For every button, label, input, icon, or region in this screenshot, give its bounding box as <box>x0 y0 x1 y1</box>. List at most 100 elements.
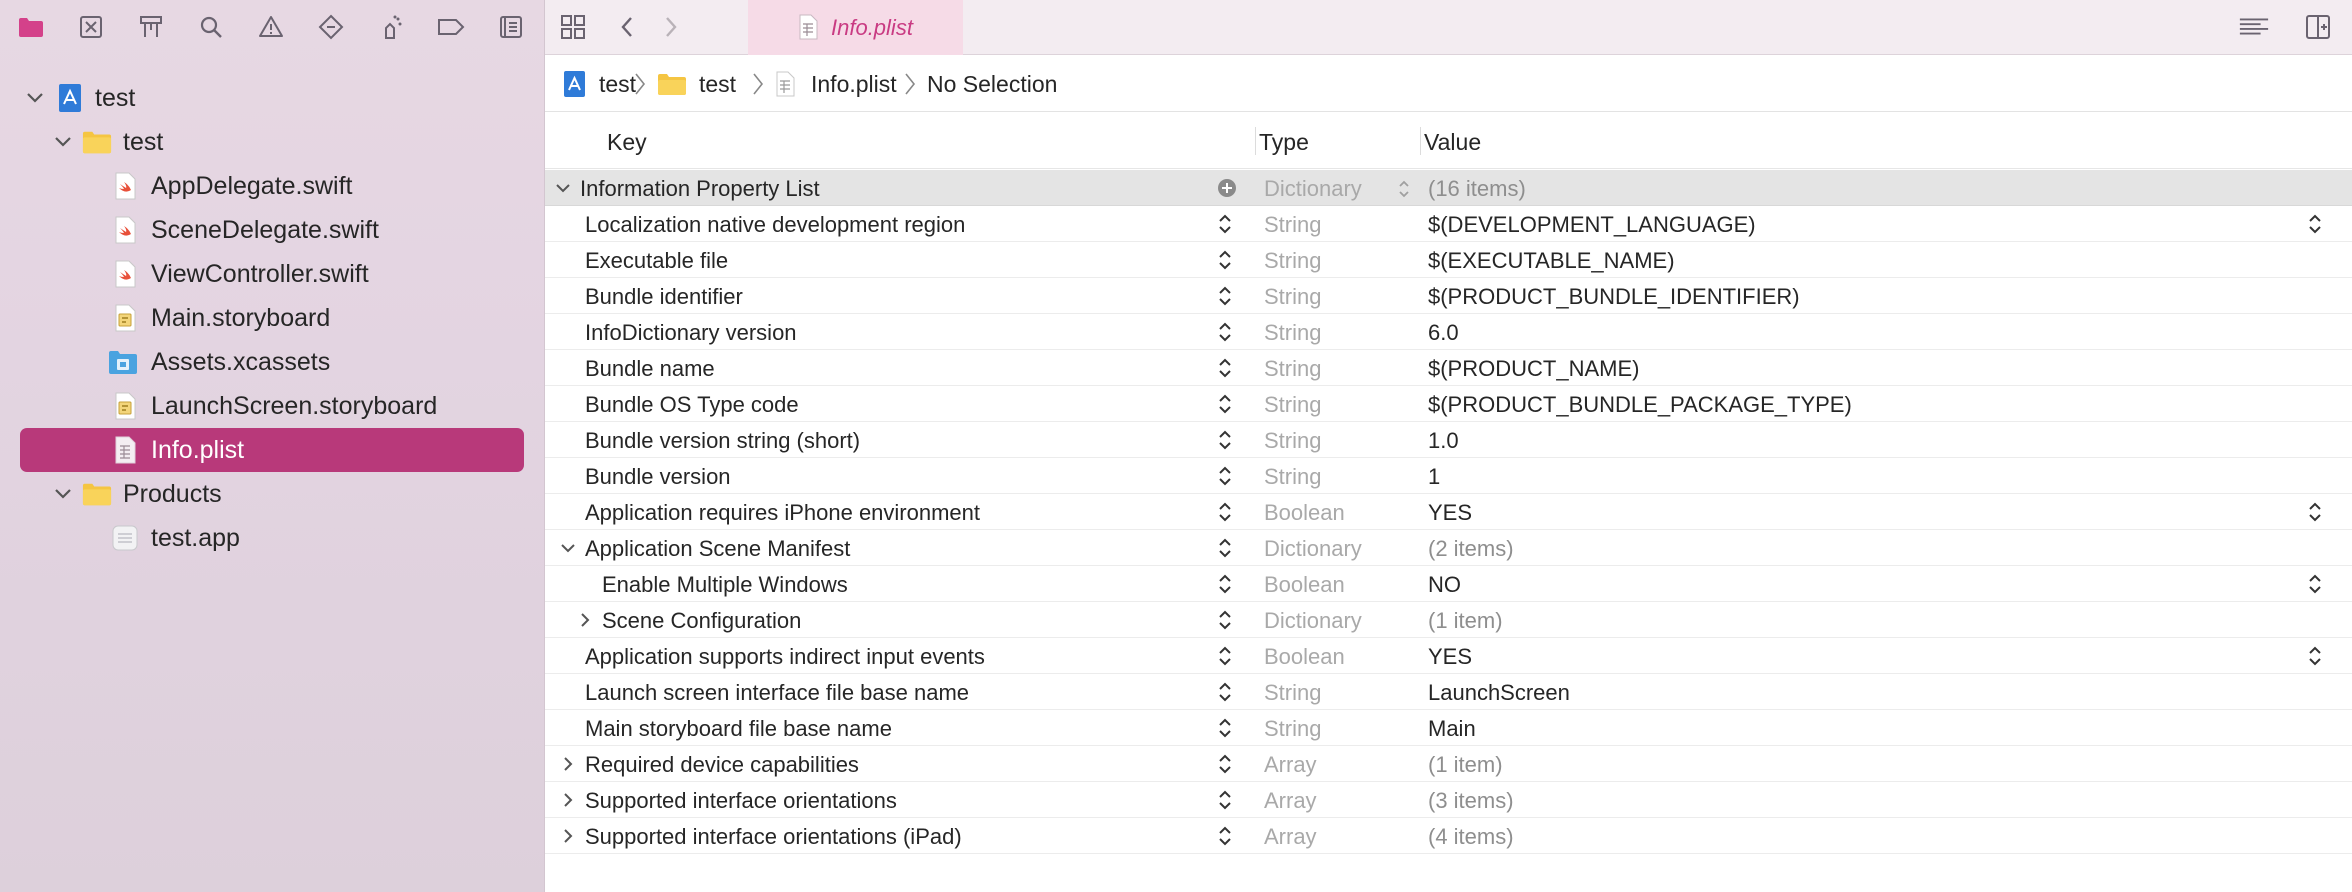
plist-key[interactable]: Bundle version string (short) <box>585 428 860 454</box>
plist-type[interactable]: String <box>1264 248 1321 274</box>
key-popup-icon[interactable] <box>1215 283 1235 309</box>
chevron-right-icon[interactable] <box>556 788 580 812</box>
tree-item-file-selected[interactable]: Info.plist <box>20 428 524 472</box>
plist-row[interactable]: Executable file String $(EXECUTABLE_NAME) <box>545 242 2352 278</box>
plist-key[interactable]: Localization native development region <box>585 212 965 238</box>
column-header-type[interactable]: Type <box>1259 129 1309 156</box>
plist-type[interactable]: String <box>1264 284 1321 310</box>
plist-row[interactable]: Localization native development region St… <box>545 206 2352 242</box>
tree-item-file[interactable]: ViewController.swift <box>20 252 524 296</box>
plist-row[interactable]: Application Scene Manifest Dictionary (2 i… <box>545 530 2352 566</box>
plist-type[interactable]: Array <box>1264 752 1317 778</box>
tab-info-plist[interactable]: Info.plist <box>748 0 963 55</box>
tree-item-file[interactable]: AppDelegate.swift <box>20 164 524 208</box>
key-popup-icon[interactable] <box>1215 247 1235 273</box>
chevron-down-icon[interactable] <box>51 130 75 154</box>
breadcrumb-file[interactable]: Info.plist <box>775 56 897 112</box>
plist-type[interactable]: Dictionary <box>1264 608 1362 634</box>
key-popup-icon[interactable] <box>1215 535 1235 561</box>
plist-value[interactable]: 1.0 <box>1428 428 1459 454</box>
type-popup-icon[interactable] <box>1397 178 1411 200</box>
value-popup-icon[interactable] <box>2305 571 2325 597</box>
plist-key[interactable]: Supported interface orientations (iPad) <box>585 824 962 850</box>
plist-row[interactable]: Application requires iPhone environment B… <box>545 494 2352 530</box>
plist-value[interactable]: $(PRODUCT_NAME) <box>1428 356 1639 382</box>
plist-key[interactable]: Main storyboard file base name <box>585 716 892 742</box>
test-icon[interactable] <box>315 11 347 43</box>
split-editor-icon[interactable] <box>2302 11 2334 43</box>
plist-value[interactable]: YES <box>1428 500 1472 526</box>
breadcrumb-project[interactable]: test <box>563 56 636 112</box>
plist-row[interactable]: Enable Multiple Windows Boolean NO <box>545 566 2352 602</box>
plist-row[interactable]: Supported interface orientations Array (3 … <box>545 782 2352 818</box>
key-popup-icon[interactable] <box>1215 751 1235 777</box>
key-popup-icon[interactable] <box>1215 715 1235 741</box>
debug-icon[interactable] <box>375 11 407 43</box>
key-popup-icon[interactable] <box>1215 427 1235 453</box>
breakpoint-icon[interactable] <box>435 11 467 43</box>
plist-row[interactable]: Bundle version string (short) String 1.0 <box>545 422 2352 458</box>
key-popup-icon[interactable] <box>1215 319 1235 345</box>
plist-value[interactable]: $(PRODUCT_BUNDLE_IDENTIFIER) <box>1428 284 1800 310</box>
report-icon[interactable] <box>495 11 527 43</box>
plist-key[interactable]: Application requires iPhone environment <box>585 500 980 526</box>
column-header-value[interactable]: Value <box>1424 129 1481 156</box>
value-popup-icon[interactable] <box>2305 643 2325 669</box>
editor-options-icon[interactable] <box>2238 11 2270 43</box>
plist-value[interactable]: $(DEVELOPMENT_LANGUAGE) <box>1428 212 1756 238</box>
chevron-down-icon[interactable] <box>51 482 75 506</box>
plist-key[interactable]: InfoDictionary version <box>585 320 797 346</box>
key-popup-icon[interactable] <box>1215 211 1235 237</box>
plist-type[interactable]: Boolean <box>1264 644 1345 670</box>
tree-item-project[interactable]: test <box>20 76 524 120</box>
source-control-icon[interactable] <box>75 11 107 43</box>
key-popup-icon[interactable] <box>1215 391 1235 417</box>
plist-value[interactable]: LaunchScreen <box>1428 680 1570 706</box>
plist-key[interactable]: Executable file <box>585 248 728 274</box>
plist-key[interactable]: Required device capabilities <box>585 752 859 778</box>
plist-value[interactable]: $(PRODUCT_BUNDLE_PACKAGE_TYPE) <box>1428 392 1852 418</box>
chevron-down-icon[interactable] <box>23 86 47 110</box>
plist-key[interactable]: Launch screen interface file base name <box>585 680 969 706</box>
plist-type[interactable]: String <box>1264 680 1321 706</box>
grid-icon[interactable] <box>557 11 589 43</box>
key-popup-icon[interactable] <box>1215 571 1235 597</box>
column-header-key[interactable]: Key <box>607 129 647 156</box>
warning-icon[interactable] <box>255 11 287 43</box>
plist-type[interactable]: String <box>1264 392 1321 418</box>
plist-type[interactable]: String <box>1264 428 1321 454</box>
plist-key[interactable]: Enable Multiple Windows <box>602 572 848 598</box>
tree-item-file[interactable]: test.app <box>20 516 524 560</box>
tree-item-file[interactable]: Assets.xcassets <box>20 340 524 384</box>
plist-value[interactable]: YES <box>1428 644 1472 670</box>
plist-value[interactable]: $(EXECUTABLE_NAME) <box>1428 248 1675 274</box>
chevron-right-icon[interactable] <box>556 752 580 776</box>
plist-type[interactable]: Array <box>1264 788 1317 814</box>
chevron-right-icon[interactable] <box>556 824 580 848</box>
key-popup-icon[interactable] <box>1215 355 1235 381</box>
key-popup-icon[interactable] <box>1215 607 1235 633</box>
plist-row[interactable]: Scene Configuration Dictionary (1 item) <box>545 602 2352 638</box>
add-icon[interactable] <box>1217 178 1237 198</box>
plist-type[interactable]: String <box>1264 320 1321 346</box>
tree-item-group[interactable]: test <box>20 120 524 164</box>
plist-row[interactable]: Bundle OS Type code String $(PRODUCT_BUNDL… <box>545 386 2352 422</box>
plist-type[interactable]: Boolean <box>1264 572 1345 598</box>
plist-row[interactable]: Application supports indirect input even… <box>545 638 2352 674</box>
plist-type[interactable]: Array <box>1264 824 1317 850</box>
column-divider[interactable] <box>1420 127 1421 155</box>
plist-key[interactable]: Bundle OS Type code <box>585 392 799 418</box>
plist-type[interactable]: String <box>1264 356 1321 382</box>
value-popup-icon[interactable] <box>2305 211 2325 237</box>
plist-row[interactable]: Supported interface orientations (iPad) A… <box>545 818 2352 854</box>
tree-item-file[interactable]: Main.storyboard <box>20 296 524 340</box>
key-popup-icon[interactable] <box>1215 643 1235 669</box>
plist-key[interactable]: Supported interface orientations <box>585 788 897 814</box>
plist-key[interactable]: Bundle version <box>585 464 731 490</box>
plist-value[interactable]: 6.0 <box>1428 320 1459 346</box>
plist-key[interactable]: Bundle identifier <box>585 284 743 310</box>
value-popup-icon[interactable] <box>2305 499 2325 525</box>
tree-item-file[interactable]: LaunchScreen.storyboard <box>20 384 524 428</box>
plist-row[interactable]: Bundle name String $(PRODUCT_NAME) <box>545 350 2352 386</box>
chevron-right-icon[interactable] <box>573 608 597 632</box>
